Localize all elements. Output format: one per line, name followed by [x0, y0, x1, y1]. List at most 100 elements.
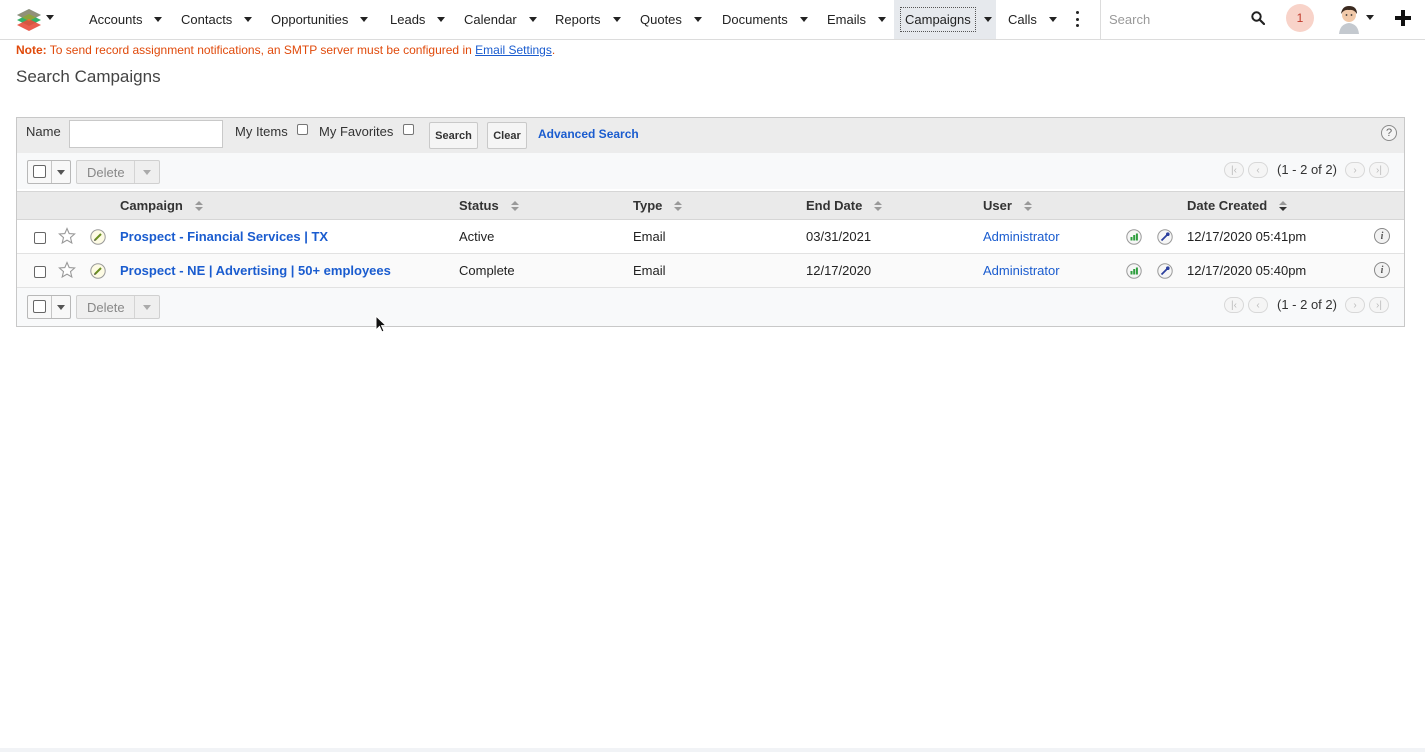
name-label: Name	[26, 124, 61, 139]
sort-icon[interactable]	[194, 200, 203, 211]
column-date-created[interactable]: Date Created	[1187, 198, 1288, 213]
pagination-text: (1 - 2 of 2)	[1277, 297, 1337, 312]
previous-page-icon[interactable]: ‹	[1248, 297, 1268, 313]
column-type[interactable]: Type	[633, 198, 683, 213]
previous-page-icon[interactable]: ‹	[1248, 162, 1268, 178]
select-all-dropdown[interactable]	[27, 295, 71, 319]
layers-logo-icon[interactable]	[16, 7, 42, 31]
select-all-checkbox[interactable]	[33, 300, 46, 313]
nav-campaigns[interactable]: Campaigns	[894, 0, 996, 39]
info-icon[interactable]: i	[1374, 228, 1390, 244]
nav-reports[interactable]: Reports	[555, 0, 621, 39]
search-icon[interactable]	[1251, 11, 1265, 25]
edit-pencil-icon[interactable]	[90, 263, 106, 279]
notification-badge[interactable]: 1	[1286, 4, 1314, 32]
launch-wizard-icon[interactable]	[1157, 263, 1173, 279]
my-favorites-checkbox[interactable]	[403, 124, 414, 135]
chevron-down-icon[interactable]	[360, 17, 369, 22]
info-icon[interactable]: i	[1374, 262, 1390, 278]
edit-pencil-icon[interactable]	[90, 229, 106, 245]
chevron-down-icon[interactable]	[143, 305, 151, 310]
user-avatar[interactable]	[1336, 4, 1362, 34]
chevron-down-icon[interactable]	[1048, 17, 1057, 22]
advanced-search-link[interactable]: Advanced Search	[538, 127, 639, 141]
quick-create-plus-icon[interactable]	[1395, 9, 1411, 27]
column-campaign[interactable]: Campaign	[120, 198, 203, 213]
user-link[interactable]: Administrator	[983, 229, 1060, 244]
favorite-star-icon[interactable]	[58, 261, 76, 279]
last-page-icon[interactable]: ›|	[1369, 297, 1389, 313]
nav-documents[interactable]: Documents	[722, 0, 808, 39]
sort-desc-icon[interactable]	[1279, 200, 1288, 211]
chevron-down-icon[interactable]	[528, 17, 537, 22]
chevron-down-icon[interactable]	[983, 17, 992, 22]
next-page-icon[interactable]: ›	[1345, 297, 1365, 313]
campaign-name-link[interactable]: Prospect - NE | Advertising | 50+ employ…	[120, 263, 391, 278]
chevron-down-icon[interactable]	[143, 170, 151, 175]
column-user[interactable]: User	[983, 198, 1032, 213]
column-status[interactable]: Status	[459, 198, 519, 213]
first-page-icon[interactable]: |‹	[1224, 297, 1244, 313]
chevron-down-icon[interactable]	[57, 170, 65, 175]
nav-emails[interactable]: Emails	[827, 0, 887, 39]
user-menu-caret-icon[interactable]	[1366, 15, 1374, 20]
search-button[interactable]: Search	[429, 122, 478, 149]
clear-button[interactable]: Clear	[487, 122, 527, 149]
delete-button[interactable]: Delete	[76, 295, 160, 319]
chevron-down-icon[interactable]	[437, 17, 446, 22]
sort-icon[interactable]	[874, 200, 883, 211]
row-checkbox[interactable]	[34, 266, 46, 278]
select-all-checkbox[interactable]	[33, 165, 46, 178]
chevron-down-icon[interactable]	[693, 17, 702, 22]
view-status-chart-icon[interactable]	[1126, 229, 1142, 245]
column-end-date-label: End Date	[806, 198, 863, 213]
name-search-input[interactable]	[69, 120, 223, 148]
chevron-down-icon[interactable]	[612, 17, 621, 22]
nav-accounts[interactable]: Accounts	[89, 0, 163, 39]
favorite-star-icon[interactable]	[58, 227, 76, 245]
column-end-date[interactable]: End Date	[806, 198, 883, 213]
delete-button[interactable]: Delete	[76, 160, 160, 184]
launch-wizard-icon[interactable]	[1157, 229, 1173, 245]
sort-icon[interactable]	[510, 200, 519, 211]
first-page-icon[interactable]: |‹	[1224, 162, 1244, 178]
logo-menu-caret-icon[interactable]	[46, 15, 54, 20]
nav-opportunities[interactable]: Opportunities	[271, 0, 369, 39]
nav-quotes-label: Quotes	[640, 12, 682, 27]
chevron-down-icon[interactable]	[244, 17, 253, 22]
help-icon[interactable]: ?	[1381, 125, 1397, 141]
date-created-cell: 12/17/2020 05:40pm	[1187, 263, 1307, 278]
nav-leads[interactable]: Leads	[390, 0, 446, 39]
row-checkbox[interactable]	[34, 232, 46, 244]
table-row: Prospect - Financial Services | TX Activ…	[17, 220, 1404, 254]
email-settings-link[interactable]: Email Settings	[475, 43, 552, 57]
more-menu-icon[interactable]	[1074, 11, 1080, 27]
chevron-down-icon[interactable]	[878, 17, 887, 22]
nav-emails-label: Emails	[827, 12, 867, 27]
chevron-down-icon[interactable]	[57, 305, 65, 310]
nav-contacts[interactable]: Contacts	[181, 0, 253, 39]
list-view-panel: Name My Items My Favorites Search Clear …	[16, 117, 1405, 327]
status-cell: Active	[459, 229, 495, 244]
top-action-bar: Delete |‹ ‹ (1 - 2 of 2) › ›|	[17, 153, 1404, 189]
bottom-action-bar: Delete |‹ ‹ (1 - 2 of 2) › ›|	[17, 288, 1404, 326]
nav-quotes[interactable]: Quotes	[640, 0, 702, 39]
chevron-down-icon[interactable]	[154, 17, 163, 22]
select-all-dropdown[interactable]	[27, 160, 71, 184]
nav-calls[interactable]: Calls	[1008, 0, 1057, 39]
nav-calendar-label: Calendar	[464, 12, 517, 27]
nav-campaigns-label: Campaigns	[900, 7, 976, 32]
campaign-name-link[interactable]: Prospect - Financial Services | TX	[120, 229, 328, 244]
my-favorites-label: My Favorites	[319, 124, 394, 139]
sort-icon[interactable]	[1023, 200, 1032, 211]
global-search-input[interactable]	[1107, 11, 1241, 28]
next-page-icon[interactable]: ›	[1345, 162, 1365, 178]
my-items-checkbox[interactable]	[297, 124, 308, 135]
last-page-icon[interactable]: ›|	[1369, 162, 1389, 178]
view-status-chart-icon[interactable]	[1126, 263, 1142, 279]
column-campaign-label: Campaign	[120, 198, 183, 213]
sort-icon[interactable]	[674, 200, 683, 211]
user-link[interactable]: Administrator	[983, 263, 1060, 278]
chevron-down-icon[interactable]	[799, 17, 808, 22]
nav-calendar[interactable]: Calendar	[464, 0, 537, 39]
